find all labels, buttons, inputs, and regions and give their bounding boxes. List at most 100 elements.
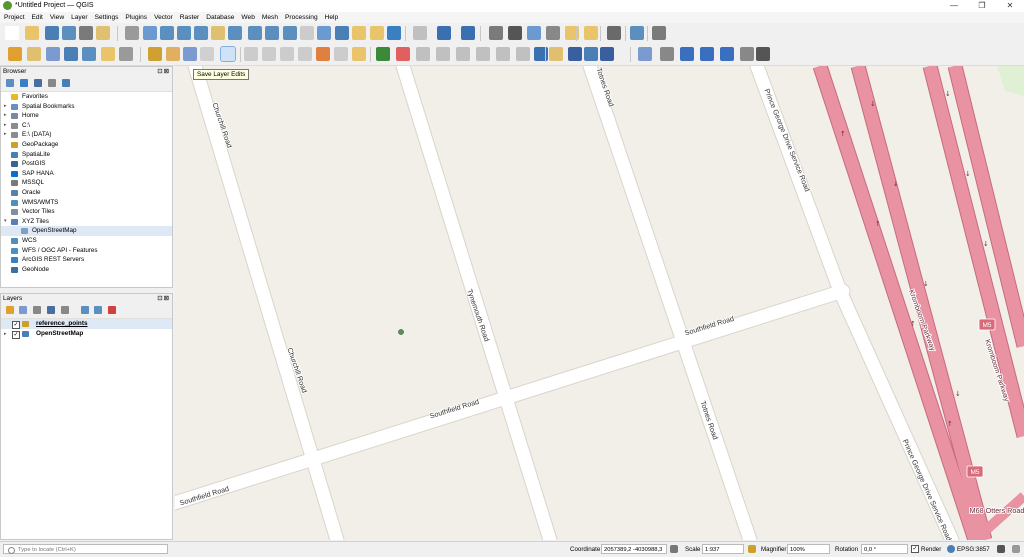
menu-web[interactable]: Web xyxy=(241,12,254,23)
chevron-right-icon[interactable]: ▸ xyxy=(4,102,7,112)
undo-icon[interactable] xyxy=(316,47,330,61)
browser-item[interactable]: ▸ Spatial Bookmarks xyxy=(1,102,172,112)
properties-icon[interactable] xyxy=(62,79,70,87)
browser-item[interactable]: ▸ Home xyxy=(1,111,172,121)
temporal-icon[interactable] xyxy=(317,26,331,40)
crs-button[interactable]: EPSG:3857 xyxy=(957,546,990,553)
toolbox-icon[interactable] xyxy=(489,26,503,40)
menu-plugins[interactable]: Plugins xyxy=(125,12,147,23)
menu-edit[interactable]: Edit xyxy=(32,12,43,23)
sum-icon[interactable] xyxy=(508,26,522,40)
filter-legend-icon[interactable] xyxy=(47,306,55,314)
zoom-next-icon[interactable] xyxy=(283,26,297,40)
pan-to-selection-icon[interactable] xyxy=(143,26,157,40)
remove-layer-icon[interactable] xyxy=(108,306,116,314)
open-project-icon[interactable] xyxy=(25,26,39,40)
zoom-native-icon[interactable] xyxy=(248,26,262,40)
attribute-table-icon[interactable] xyxy=(387,26,401,40)
move-icon[interactable] xyxy=(700,47,714,61)
browser-item[interactable]: PostGIS xyxy=(1,159,172,169)
layout-manager-icon[interactable] xyxy=(96,26,110,40)
add-selected-icon[interactable] xyxy=(6,79,14,87)
add-vector-icon[interactable] xyxy=(64,47,78,61)
menu-view[interactable]: View xyxy=(50,12,64,23)
locator-search-input[interactable]: Type to locate (Ctrl+K) xyxy=(3,544,168,554)
zoom-full-icon[interactable] xyxy=(194,26,208,40)
statistics-icon[interactable] xyxy=(461,26,475,40)
menu-database[interactable]: Database xyxy=(206,12,234,23)
menu-settings[interactable]: Settings xyxy=(95,12,119,23)
bookmark-icon[interactable] xyxy=(630,26,644,40)
manage-visibility-icon[interactable] xyxy=(33,306,41,314)
browser-item[interactable]: Favorites xyxy=(1,92,172,102)
add-point-icon[interactable] xyxy=(200,47,214,61)
label-show-icon[interactable] xyxy=(396,47,410,61)
save-layer-edits-icon[interactable] xyxy=(183,47,197,61)
layer-visibility-checkbox[interactable]: ✓ xyxy=(12,330,20,339)
menu-processing[interactable]: Processing xyxy=(285,12,318,23)
browser-item[interactable]: Oracle xyxy=(1,188,172,198)
messages-icon[interactable] xyxy=(997,545,1005,553)
data-source-manager-icon[interactable] xyxy=(8,47,22,61)
new-layer-icon[interactable] xyxy=(27,47,41,61)
label-rotate-icon[interactable] xyxy=(436,47,450,61)
measure-icon[interactable] xyxy=(546,26,560,40)
node-icon[interactable] xyxy=(680,47,694,61)
new-map-view-icon[interactable] xyxy=(300,26,314,40)
digitize-curve-icon[interactable] xyxy=(476,47,490,61)
menu-layer[interactable]: Layer xyxy=(71,12,88,23)
minimize-button[interactable]: — xyxy=(940,0,968,12)
collapse-all-icon[interactable] xyxy=(48,79,56,87)
menu-vector[interactable]: Vector xyxy=(154,12,173,23)
close-button[interactable]: ✕ xyxy=(996,0,1024,12)
panel-close-icon[interactable]: ⊡⊠ xyxy=(157,67,170,77)
label-move-icon[interactable] xyxy=(416,47,430,61)
identify-icon[interactable] xyxy=(437,26,451,40)
diagram-icon[interactable] xyxy=(496,47,510,61)
paste-icon[interactable] xyxy=(298,47,312,61)
browser-item[interactable]: GeoNode xyxy=(1,265,172,275)
rotation-field[interactable]: 0,0 ° xyxy=(861,544,908,554)
save-project-icon[interactable] xyxy=(45,26,59,40)
zoom-last-icon[interactable] xyxy=(265,26,279,40)
script-icon[interactable] xyxy=(549,47,563,61)
crs-globe-icon[interactable] xyxy=(947,545,955,553)
attribute-form-icon[interactable] xyxy=(527,26,541,40)
text-box-icon[interactable] xyxy=(756,47,770,61)
copy-icon[interactable] xyxy=(280,47,294,61)
zoom-layer-icon[interactable] xyxy=(228,26,242,40)
add-group-icon[interactable] xyxy=(19,306,27,314)
magnifier-field[interactable]: 100% xyxy=(787,544,830,554)
layer-visibility-checkbox[interactable]: ✓ xyxy=(12,320,20,329)
browser-item[interactable]: ▸ E:\ (DATA) xyxy=(1,130,172,140)
collapse-all-icon[interactable] xyxy=(94,306,102,314)
browser-item[interactable]: OpenStreetMap xyxy=(1,226,172,236)
map-tips-icon[interactable] xyxy=(584,26,598,40)
annotation-text-icon[interactable] xyxy=(638,47,652,61)
browser-item[interactable]: SAP HANA xyxy=(1,169,172,179)
new-virtual-layer-icon[interactable] xyxy=(46,47,60,61)
add-raster-icon[interactable] xyxy=(82,47,96,61)
redo-icon[interactable] xyxy=(334,47,348,61)
processing-icon[interactable] xyxy=(584,47,598,61)
chevron-right-icon[interactable]: ▸ xyxy=(4,121,7,131)
cut-icon[interactable] xyxy=(262,47,276,61)
filter-icon[interactable] xyxy=(34,79,42,87)
spatial-icon[interactable] xyxy=(652,26,666,40)
select-annotation-icon[interactable] xyxy=(660,47,674,61)
plugin-icon[interactable] xyxy=(600,47,614,61)
locator-icon[interactable] xyxy=(607,26,621,40)
label-pin-icon[interactable] xyxy=(376,47,390,61)
maximize-button[interactable]: ❐ xyxy=(968,0,996,12)
panel-close-icon[interactable]: ⊡⊠ xyxy=(157,294,170,304)
print-layout-icon[interactable] xyxy=(79,26,93,40)
menu-project[interactable]: Project xyxy=(4,12,25,23)
browser-item[interactable]: SpatiaLite xyxy=(1,150,172,160)
layer-row[interactable]: ✓ reference_points xyxy=(1,319,172,329)
expand-all-icon[interactable] xyxy=(81,306,89,314)
filter-expression-icon[interactable] xyxy=(61,306,69,314)
add-xyz-icon[interactable] xyxy=(119,47,133,61)
zoom-in-icon[interactable] xyxy=(160,26,174,40)
browser-item[interactable]: WMS/WMTS xyxy=(1,198,172,208)
label-change-icon[interactable] xyxy=(456,47,470,61)
